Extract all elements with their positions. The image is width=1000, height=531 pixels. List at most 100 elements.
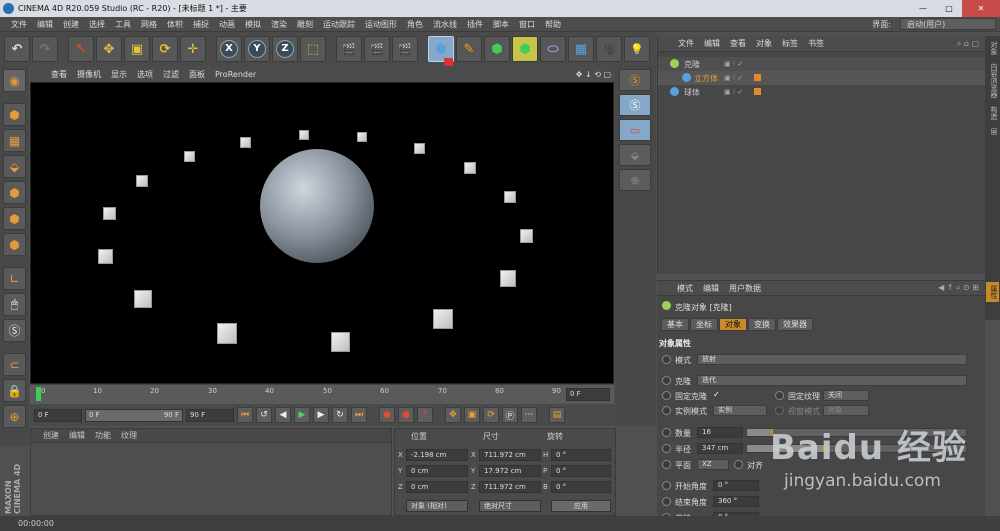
side-tab-objects[interactable]: 对象 xyxy=(986,38,999,58)
animate-radio[interactable] xyxy=(775,391,784,400)
menu-tools[interactable]: 工具 xyxy=(110,19,136,30)
rotation-h-field[interactable]: 0 ° xyxy=(551,449,611,461)
animate-radio[interactable] xyxy=(662,444,671,453)
model-mode-icon[interactable]: ⬢ xyxy=(3,103,26,126)
auto-key-icon[interactable]: ● xyxy=(398,407,414,423)
prev-key-icon[interactable]: ↺ xyxy=(256,407,272,423)
animate-radio[interactable] xyxy=(662,406,671,415)
max-time-field[interactable]: 90 F xyxy=(186,408,234,422)
clone-cube[interactable] xyxy=(136,175,148,187)
preview-range-slider[interactable]: 0 F 90 F xyxy=(85,408,183,422)
play-icon[interactable]: ▶ xyxy=(294,407,310,423)
start-angle-field[interactable]: 0 ° xyxy=(713,480,759,491)
fix-texture-dropdown[interactable]: 关闭 xyxy=(823,390,869,401)
tag-icon[interactable] xyxy=(754,74,761,81)
material-menu-function[interactable]: 功能 xyxy=(95,430,111,441)
tag-icon[interactable] xyxy=(754,88,761,95)
om-menu-tags[interactable]: 标签 xyxy=(778,38,802,49)
menu-simulate[interactable]: 模拟 xyxy=(240,19,266,30)
menu-volume[interactable]: 体积 xyxy=(162,19,188,30)
menu-motion-tracking[interactable]: 运动跟踪 xyxy=(318,19,360,30)
plane-dropdown[interactable]: XZ xyxy=(697,459,729,470)
rotation-b-field[interactable]: 0 ° xyxy=(551,481,611,493)
clone-cube[interactable] xyxy=(520,229,533,243)
clone-cube[interactable] xyxy=(98,249,113,264)
object-row-cube[interactable]: 立方体 ▣ ⁝ ✓ xyxy=(658,71,986,85)
key-position-icon[interactable]: ✥ xyxy=(445,407,461,423)
object-row-sphere[interactable]: 球体 ▣ ⁝ ✓ xyxy=(658,85,986,99)
key-pla-icon[interactable]: ⋯ xyxy=(521,407,537,423)
om-menu-edit[interactable]: 编辑 xyxy=(700,38,724,49)
close-button[interactable]: ✕ xyxy=(962,0,1000,17)
subdivision-surface-icon[interactable]: ⬢ xyxy=(484,36,510,62)
record-keys-icon[interactable]: ● xyxy=(379,407,395,423)
keyframe-selection-icon[interactable]: ? xyxy=(417,407,433,423)
current-frame-field[interactable]: 0 F xyxy=(566,388,610,401)
clone-cube[interactable] xyxy=(217,323,237,344)
workplane-snap-icon[interactable]: ⊕ xyxy=(619,169,651,191)
redo-icon[interactable]: ↷ xyxy=(32,36,58,62)
menu-render[interactable]: 渲染 xyxy=(266,19,292,30)
minimize-button[interactable]: — xyxy=(910,0,936,17)
viewport-menu-prorender[interactable]: ProRender xyxy=(210,70,261,79)
scale-tool-icon[interactable]: ▣ xyxy=(124,36,150,62)
side-tab-attributes[interactable]: 属性 xyxy=(986,282,999,302)
clone-cube[interactable] xyxy=(184,151,195,162)
magnet-icon[interactable]: ⊂ xyxy=(3,353,26,376)
position-y-field[interactable]: 0 cm xyxy=(406,465,468,477)
workplane-icon[interactable]: ⊕ xyxy=(3,405,26,428)
apply-button[interactable]: 应用 xyxy=(551,500,611,512)
key-scale-icon[interactable]: ▣ xyxy=(464,407,480,423)
count-field[interactable]: 16 xyxy=(697,427,743,438)
z-axis-lock-icon[interactable]: Z xyxy=(272,36,298,62)
clone-cube[interactable] xyxy=(331,332,350,352)
radius-field[interactable]: 347 cm xyxy=(697,443,743,454)
object-name[interactable]: 球体 xyxy=(684,87,700,98)
material-menu-create[interactable]: 创建 xyxy=(43,430,59,441)
side-tab-layers[interactable]: 层 xyxy=(986,125,999,138)
menu-window[interactable]: 窗口 xyxy=(514,19,540,30)
clone-cube[interactable] xyxy=(134,290,152,308)
menu-snap[interactable]: 捕捉 xyxy=(188,19,214,30)
size-x-field[interactable]: 711.972 cm xyxy=(479,449,541,461)
menu-edit[interactable]: 编辑 xyxy=(32,19,58,30)
animate-radio[interactable] xyxy=(662,355,671,364)
snap-icon[interactable]: Ⓢ xyxy=(3,319,26,342)
folder-icon[interactable]: ▭ xyxy=(619,119,651,141)
am-menu-mode[interactable]: 模式 xyxy=(673,283,697,294)
animate-radio[interactable] xyxy=(662,460,671,469)
timeline-ruler[interactable]: 0 10 20 30 40 50 60 70 80 90 0 F xyxy=(30,384,614,406)
menu-file[interactable]: 文件 xyxy=(6,19,32,30)
key-parameter-icon[interactable]: Ⓟ xyxy=(502,407,518,423)
edges-mode-icon[interactable]: ⬢ xyxy=(3,207,26,230)
render-to-picture-viewer-icon[interactable]: 🎬 xyxy=(364,36,390,62)
snap-settings-icon[interactable]: Ⓢ xyxy=(619,94,651,116)
animate-radio[interactable] xyxy=(662,376,671,385)
om-menu-file[interactable]: 文件 xyxy=(674,38,698,49)
camera-icon[interactable]: 🎥 xyxy=(596,36,622,62)
goto-end-icon[interactable]: ⏭ xyxy=(351,407,367,423)
menu-select[interactable]: 选择 xyxy=(84,19,110,30)
object-name[interactable]: 克隆 xyxy=(684,59,700,70)
prev-frame-icon[interactable]: ◀ xyxy=(275,407,291,423)
menu-mesh[interactable]: 网格 xyxy=(136,19,162,30)
sphere-object[interactable] xyxy=(260,149,374,263)
menu-plugins[interactable]: 插件 xyxy=(462,19,488,30)
am-menu-userdata[interactable]: 用户数据 xyxy=(725,283,765,294)
animate-radio[interactable] xyxy=(662,391,671,400)
om-menu-bookmarks[interactable]: 书签 xyxy=(804,38,828,49)
timeline-window-icon[interactable]: ▤ xyxy=(549,407,565,423)
size-mode-dropdown[interactable]: 绝对尺寸 xyxy=(479,500,541,512)
side-tab-content-browser[interactable]: 内容浏览器 xyxy=(986,60,999,101)
clone-cube[interactable] xyxy=(433,309,453,329)
end-angle-field[interactable]: 360 ° xyxy=(713,496,759,507)
tweak-mode-icon[interactable]: 🖱 xyxy=(3,293,26,316)
texture-mode-icon[interactable]: ▦ xyxy=(3,129,26,152)
axis-mode-icon[interactable]: ∟ xyxy=(3,267,26,290)
y-axis-lock-icon[interactable]: Y xyxy=(244,36,270,62)
material-menu-texture[interactable]: 纹理 xyxy=(121,430,137,441)
clone-cube[interactable] xyxy=(103,207,116,220)
viewport-nav-icons[interactable]: ✥ ↓ ⟲ ▢ xyxy=(571,70,615,79)
viewport-menu-display[interactable]: 显示 xyxy=(106,69,132,80)
size-y-field[interactable]: 17.972 cm xyxy=(479,465,541,477)
